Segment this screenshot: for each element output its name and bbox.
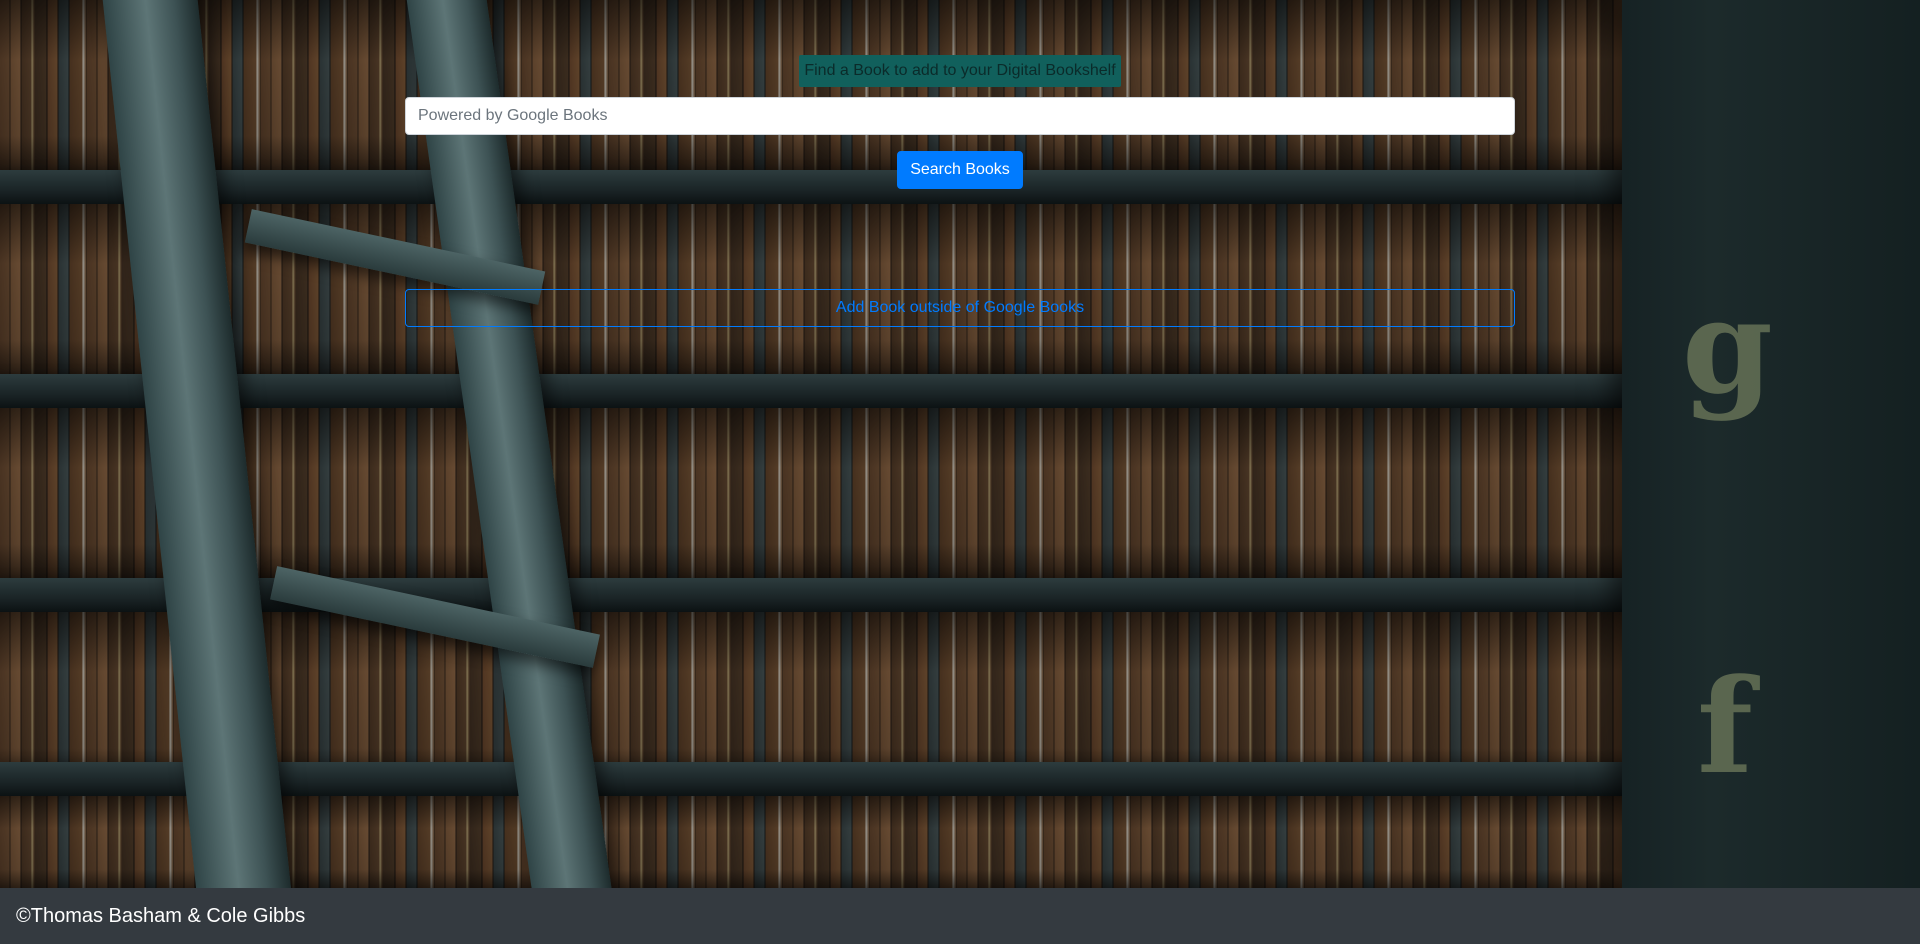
- search-button-container: Search Books: [0, 151, 1920, 189]
- search-input[interactable]: [405, 97, 1515, 135]
- add-book-outside-button[interactable]: Add Book outside of Google Books: [405, 289, 1515, 327]
- heading-container: Find a Book to add to your Digital Books…: [0, 55, 1920, 87]
- page-title: Find a Book to add to your Digital Books…: [799, 55, 1121, 87]
- search-books-button[interactable]: Search Books: [897, 151, 1023, 189]
- main-content: Find a Book to add to your Digital Books…: [0, 0, 1920, 888]
- footer-copyright: ©Thomas Basham & Cole Gibbs: [16, 904, 306, 927]
- footer: ©Thomas Basham & Cole Gibbs: [0, 888, 1920, 944]
